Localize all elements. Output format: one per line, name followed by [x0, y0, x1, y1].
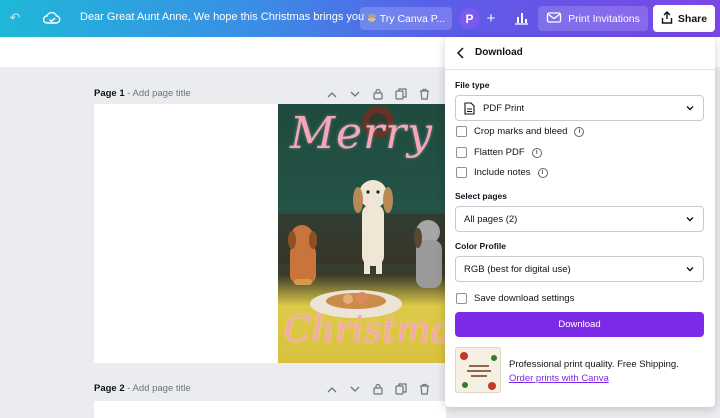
chevron-up-icon[interactable]	[324, 87, 340, 101]
duplicate-icon[interactable]	[393, 87, 409, 101]
lock-icon[interactable]	[370, 87, 386, 101]
share-label: Share	[677, 12, 708, 25]
avatar[interactable]: P	[459, 8, 480, 29]
page-2-header: Page 2 - Add page title	[94, 383, 191, 394]
option-label: Save download settings	[474, 293, 575, 304]
print-promo: Professional print quality. Free Shippin…	[509, 358, 679, 386]
try-canva-pro-button[interactable]: ♛ Try Canva P...	[360, 7, 452, 30]
plus-icon[interactable]: +	[481, 8, 501, 28]
share-button[interactable]: Share	[653, 5, 715, 32]
option-label: Crop marks and bleed	[474, 126, 568, 137]
include-notes-checkbox[interactable]	[456, 167, 467, 178]
cloud-sync-icon[interactable]	[42, 9, 62, 27]
info-icon[interactable]: i	[574, 126, 585, 137]
file-type-value: PDF Print	[483, 102, 525, 114]
christmas-card-image[interactable]: Merry Christmas	[278, 104, 446, 363]
promo-text: Professional print quality. Free Shippin…	[509, 359, 679, 370]
info-icon[interactable]: i	[531, 147, 542, 158]
page-1-controls	[324, 87, 432, 101]
info-icon[interactable]: i	[537, 167, 548, 178]
option-include-notes[interactable]: Include notes i	[456, 167, 548, 178]
divider	[445, 69, 715, 70]
print-invitations-button[interactable]: Print Invitations	[538, 6, 648, 31]
select-pages-label: Select pages	[455, 191, 507, 201]
page-2-controls	[324, 382, 432, 396]
color-profile-label: Color Profile	[455, 241, 507, 251]
trash-icon[interactable]	[416, 382, 432, 396]
card-title-merry: Merry	[290, 108, 434, 159]
page-label: Page 1	[94, 88, 125, 99]
page-label: Page 2	[94, 383, 125, 394]
crop-marks-checkbox[interactable]	[456, 126, 467, 137]
page-1-header: Page 1 - Add page title	[94, 88, 191, 99]
file-type-label: File type	[455, 80, 490, 90]
document-title[interactable]: Dear Great Aunt Anne, We hope this Chris…	[80, 11, 376, 23]
select-pages-dropdown[interactable]: All pages (2)	[455, 206, 704, 232]
print-invitations-label: Print Invitations	[568, 12, 640, 25]
crown-icon: ♛	[366, 13, 377, 25]
flatten-pdf-checkbox[interactable]	[456, 147, 467, 158]
back-chevron-icon[interactable]	[454, 46, 468, 60]
chevron-down-icon	[685, 264, 695, 274]
trash-icon[interactable]	[416, 87, 432, 101]
download-button[interactable]: Download	[455, 312, 704, 337]
option-save-settings[interactable]: Save download settings	[456, 293, 574, 304]
try-canva-label: Try Canva P...	[379, 12, 446, 25]
panel-title: Download	[475, 47, 523, 58]
color-profile-value: RGB (best for digital use)	[464, 263, 571, 275]
color-profile-dropdown[interactable]: RGB (best for digital use)	[455, 256, 704, 282]
share-icon	[661, 10, 673, 27]
option-flatten-pdf[interactable]: Flatten PDF i	[456, 147, 542, 158]
select-pages-value: All pages (2)	[464, 213, 518, 225]
chevron-down-icon	[685, 103, 695, 113]
order-prints-link[interactable]: Order prints with Canva	[509, 373, 609, 384]
lock-icon[interactable]	[370, 382, 386, 396]
option-crop-marks[interactable]: Crop marks and bleed i	[456, 126, 585, 137]
chevron-down-icon[interactable]	[347, 382, 363, 396]
page-2-canvas[interactable]	[94, 401, 446, 418]
save-settings-checkbox[interactable]	[456, 293, 467, 304]
undo-icon[interactable]: ↶	[6, 9, 24, 27]
chevron-down-icon	[685, 214, 695, 224]
duplicate-icon[interactable]	[393, 382, 409, 396]
file-type-select[interactable]: PDF Print	[455, 95, 704, 121]
pdf-file-icon	[464, 101, 475, 115]
add-page-title[interactable]: - Add page title	[125, 383, 190, 394]
option-label: Include notes	[474, 167, 531, 178]
card-title-christmas: Christmas	[284, 310, 446, 351]
chevron-up-icon[interactable]	[324, 382, 340, 396]
envelope-icon	[546, 10, 562, 27]
chart-icon[interactable]	[510, 8, 532, 28]
option-label: Flatten PDF	[474, 147, 525, 158]
chevron-down-icon[interactable]	[347, 87, 363, 101]
download-panel: Download File type PDF Print Crop marks …	[445, 37, 715, 407]
top-bar: ↶ Dear Great Aunt Anne, We hope this Chr…	[0, 0, 720, 37]
print-thumbnail	[455, 347, 501, 393]
add-page-title[interactable]: - Add page title	[125, 88, 190, 99]
